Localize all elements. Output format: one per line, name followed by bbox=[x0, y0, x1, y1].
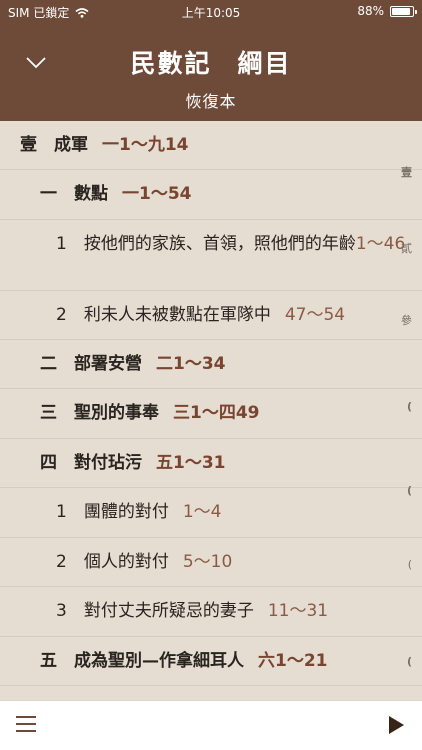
outline-label: 1 按他們的家族、首領，照他們的年齡 bbox=[56, 234, 356, 254]
title-outline: 綱目 bbox=[237, 49, 292, 78]
outline-ref: 1～4 bbox=[182, 502, 222, 522]
page-subtitle: 恢復本 bbox=[185, 92, 237, 111]
outline-label: 一 數點 bbox=[40, 184, 108, 204]
outline-ref: 1～46 bbox=[355, 234, 406, 254]
outline-ref: 一1～九14 bbox=[102, 135, 189, 155]
outline-item[interactable]: 壹 成軍 一1～九14 壹 bbox=[0, 121, 422, 179]
battery-fill bbox=[392, 7, 410, 15]
side-marker: ( bbox=[406, 655, 412, 668]
outline-ref: 一1～54 bbox=[122, 184, 192, 204]
header: SIM 已鎖定 上午10:05 88% 民數記 綱目 恢復本 bbox=[0, 0, 422, 121]
outline-list: 壹 成軍 一1～九14 壹 一 數點 一1～54 1 按他們的家族、首領，照他們的年… bbox=[0, 121, 422, 698]
outline-item[interactable]: 2 利未人未被數點在軍隊中 47～54 參 bbox=[0, 291, 422, 340]
outline-label: 三 聖別的事奉 bbox=[40, 403, 159, 423]
outline-label: 壹 成軍 bbox=[20, 135, 88, 155]
battery-percent: 88% bbox=[357, 4, 384, 18]
outline-item[interactable]: 五 成為聖別—作拿細耳人 六1～21 ( bbox=[0, 637, 422, 686]
side-marker: ( bbox=[406, 400, 412, 413]
outline-ref: 五1～31 bbox=[156, 453, 226, 473]
side-marker: 參 bbox=[401, 314, 412, 327]
outline-item[interactable]: 三 聖別的事奉 三1～四49 ( bbox=[0, 389, 422, 439]
outline-ref: 47～54 bbox=[284, 305, 346, 325]
outline-item[interactable]: 2 個人的對付 5～10 ( bbox=[0, 538, 422, 587]
menu-icon[interactable] bbox=[16, 716, 36, 734]
outline-label: 3 對付丈夫所疑忌的妻子 bbox=[56, 601, 254, 621]
outline-item[interactable]: 二 部署安營 二1～34 bbox=[0, 340, 422, 389]
outline-label: 五 成為聖別—作拿細耳人 bbox=[40, 651, 244, 671]
outline-ref: 二1～34 bbox=[156, 354, 226, 374]
status-bar: SIM 已鎖定 上午10:05 88% bbox=[0, 0, 422, 22]
outline-ref: 5～10 bbox=[182, 552, 233, 572]
status-right: 88% bbox=[357, 4, 417, 18]
page-title: 民數記 綱目 bbox=[0, 44, 422, 80]
outline-item[interactable]: 1 按他們的家族、首領，照他們的年齡1～46 貳 bbox=[0, 220, 422, 291]
title-book: 民數記 bbox=[130, 49, 212, 78]
outline-label: 二 部署安營 bbox=[40, 354, 142, 374]
outline-label: 四 對付玷污 bbox=[40, 453, 142, 473]
bottom-toolbar bbox=[0, 700, 422, 750]
outline-label: 2 個人的對付 bbox=[56, 552, 169, 572]
outline-label: 1 團體的對付 bbox=[56, 502, 169, 522]
outline-item[interactable]: 一 數點 一1～54 bbox=[0, 170, 422, 220]
outline-ref: 三1～四49 bbox=[173, 403, 260, 423]
play-icon[interactable] bbox=[389, 716, 404, 734]
side-marker: ( bbox=[407, 558, 412, 571]
outline-ref: 六1～21 bbox=[258, 651, 328, 671]
outline-label: 2 利未人未被數點在軍隊中 bbox=[56, 305, 271, 325]
side-marker: 貳 bbox=[401, 242, 412, 255]
outline-item[interactable]: 3 對付丈夫所疑忌的妻子 11～31 bbox=[0, 587, 422, 637]
outline-item[interactable]: 1 團體的對付 1～4 bbox=[0, 488, 422, 538]
battery-icon bbox=[390, 5, 417, 17]
outline-ref: 11～31 bbox=[267, 601, 329, 621]
outline-item[interactable]: 四 對付玷污 五1～31 ( bbox=[0, 439, 422, 497]
